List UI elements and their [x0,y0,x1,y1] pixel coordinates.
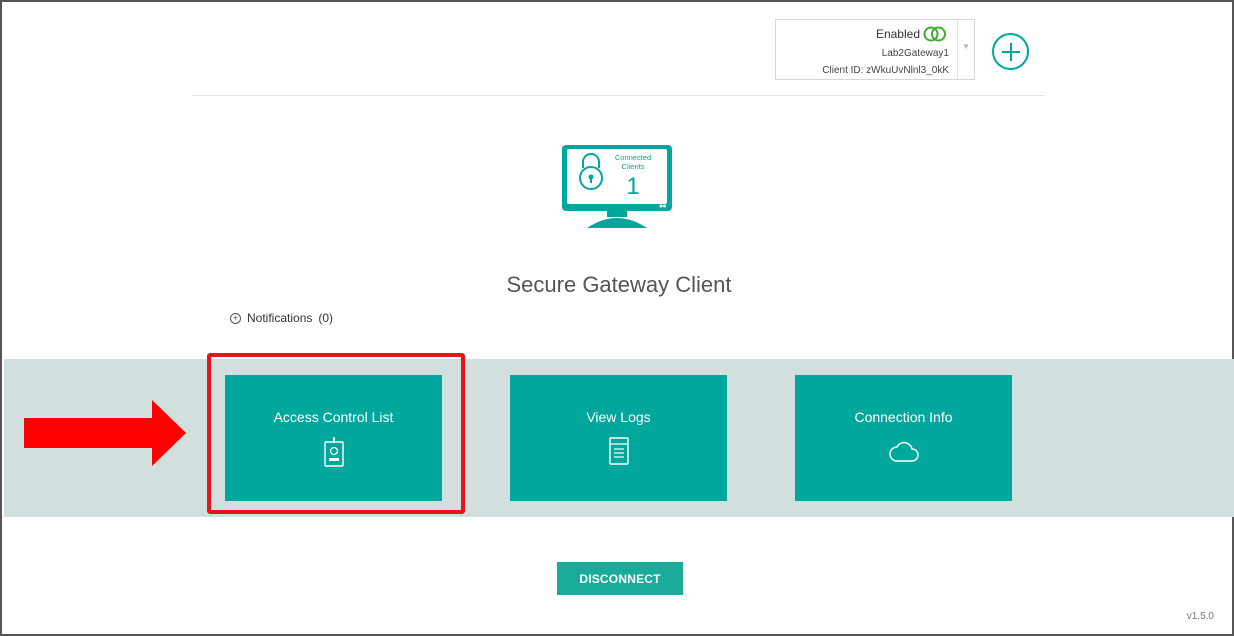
version-label: v1.5.0 [1186,611,1214,622]
notifications-toggle[interactable]: + Notifications (0) [230,311,333,325]
gateway-info: Enabled Lab2Gateway1 Client ID: zWkuUvNl… [776,20,958,79]
tile-label: View Logs [586,409,651,425]
plus-circle-icon: + [230,312,241,324]
enabled-rings-icon [923,26,946,42]
page-title: Secure Gateway Client [506,272,732,297]
header-divider [192,95,1045,96]
id-badge-icon [323,437,344,467]
connected-clients-count: 1 [626,173,639,200]
log-document-icon [608,437,629,465]
add-gateway-button[interactable] [992,33,1029,70]
gateway-client-id: Client ID: zWkuUvNlnl3_0kK [822,65,949,76]
cloud-icon [888,441,919,462]
pointer-arrow-icon [24,400,186,466]
app-window: Enabled Lab2Gateway1 Client ID: zWkuUvNl… [0,0,1234,636]
connection-info-tile[interactable]: Connection Info [795,375,1012,501]
tile-label: Connection Info [854,409,953,425]
plus-icon [1001,42,1020,61]
gateway-status-label: Enabled [875,27,920,41]
monitor-label-line2: Clients [622,162,645,171]
notifications-count: (0) [318,311,334,325]
gateway-selector[interactable]: Enabled Lab2Gateway1 Client ID: zWkuUvNl… [775,19,975,80]
tile-label: Access Control List [273,409,394,425]
monitor-icon: Connected Clients 1 [562,145,672,228]
monitor-label-line1: Connected [615,153,651,162]
gateway-status: Enabled [876,26,947,42]
connected-clients-monitor: Connected Clients 1 [561,144,673,235]
gateway-name: Lab2Gateway1 [881,48,949,59]
chevron-down-icon[interactable]: ▼ [962,42,970,51]
view-logs-tile[interactable]: View Logs [510,375,727,501]
notifications-label: Notifications [247,311,313,325]
disconnect-button[interactable]: DISCONNECT [557,562,683,595]
access-control-list-tile[interactable]: Access Control List [225,375,442,501]
